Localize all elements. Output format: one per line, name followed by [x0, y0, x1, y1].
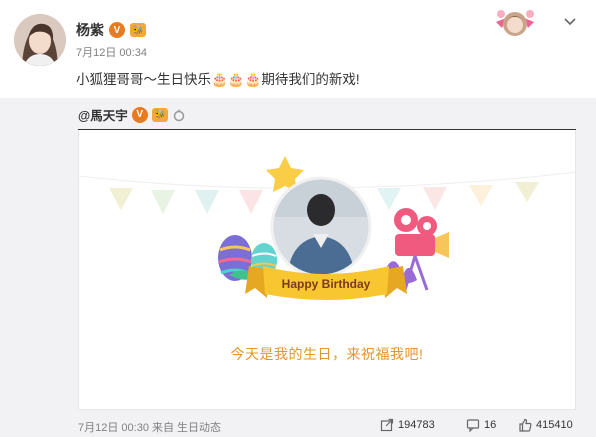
- card-title: 今天是我的生日，来祝福我吧!: [230, 346, 424, 362]
- banner-text: Happy Birthday: [282, 277, 371, 291]
- post-text: 小狐狸哥哥～生日快乐🎂🎂🎂期待我们的新戏!: [76, 72, 360, 87]
- repost-author-name[interactable]: @馬天宇: [78, 105, 128, 124]
- author-name[interactable]: 杨紫: [76, 20, 104, 40]
- verified-icon: V: [109, 22, 125, 38]
- repost-date-source[interactable]: 7月12日 00:30 来自 生日动态: [78, 419, 221, 435]
- chevron-down-icon[interactable]: [562, 14, 578, 30]
- post-time[interactable]: 7月12日 00:34: [76, 44, 147, 60]
- avatar-image: [14, 14, 66, 66]
- comment-button[interactable]: 16: [466, 418, 496, 432]
- birthday-card[interactable]: Happy Birthday 今天是我的生日，来祝福我吧!: [78, 130, 576, 410]
- thumbs-up-icon: [519, 418, 532, 432]
- like-button[interactable]: 415410: [518, 418, 573, 432]
- post-header: 杨紫 V 🐝 7月12日 00:34 小狐狸哥哥～生日快乐🎂🎂🎂期待我们的新戏!: [0, 0, 596, 98]
- birthday-illustration: Happy Birthday: [79, 156, 575, 300]
- repost-count: 194783: [398, 419, 435, 431]
- sticker-icon: [496, 10, 534, 36]
- verified-icon: V: [131, 106, 148, 123]
- comment-icon: [466, 419, 480, 432]
- share-icon: [380, 418, 394, 432]
- repost-author-line: @馬天宇 V 🐝: [78, 105, 186, 124]
- like-count: 415410: [536, 419, 573, 431]
- repost-button[interactable]: 194783: [380, 418, 435, 432]
- author-line: 杨紫 V 🐝: [76, 20, 146, 40]
- medal-icon: 🐝: [151, 107, 168, 122]
- repost-footer: 7月12日 00:30 来自 生日动态 194783 16 415410: [78, 418, 576, 434]
- ring-icon: [173, 108, 184, 121]
- author-avatar[interactable]: [14, 14, 66, 66]
- medal-icon: 🐝: [130, 23, 146, 37]
- comment-count: 16: [484, 419, 497, 431]
- repost-block: @馬天宇 V 🐝 Happy Birthday 今天是我的生日，来祝福我吧! 7…: [0, 98, 596, 437]
